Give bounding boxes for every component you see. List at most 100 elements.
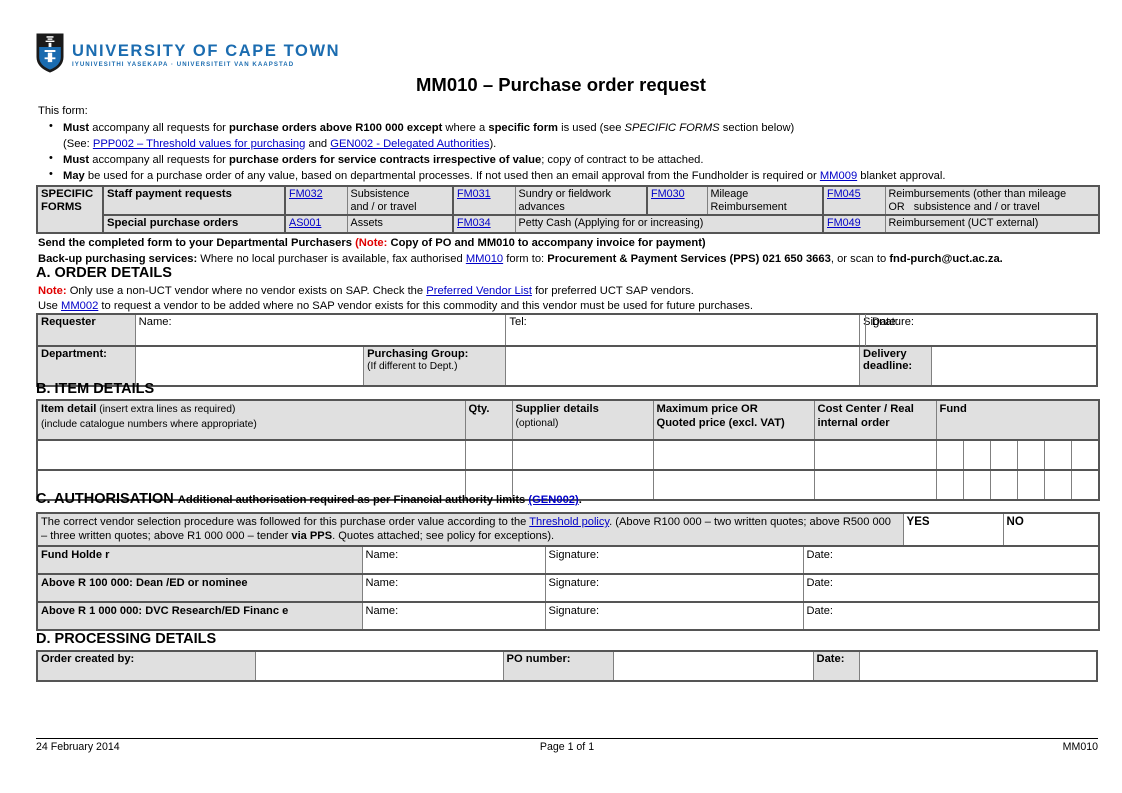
auth-row2-name[interactable]: Name: [361,600,546,631]
item-row0-fund-4[interactable] [1043,439,1072,471]
link-fm049[interactable]: FM049 [827,217,861,229]
backup-strong: Back-up purchasing services: [38,253,198,265]
requester-tel-cell[interactable]: Tel: [505,313,861,347]
link-mm010[interactable]: MM010 [466,253,503,265]
table-row: Fund Holde r Name: Signature: Date: [36,544,1100,575]
po-number-value[interactable] [612,650,814,682]
auth-row2-signature[interactable]: Signature: [544,600,804,631]
supplier-light: (optional) [515,418,559,429]
item-row1-fund-1[interactable] [962,469,991,501]
sf-row0-desc-0: Subsistence and / or travel [346,185,454,216]
send-line-b: Copy of PO and MM010 to accompany invoic… [387,237,706,249]
link-as001[interactable]: AS001 [289,217,321,229]
link-fm031[interactable]: FM031 [457,188,491,200]
bullet2-text-a: accompany all requests for [89,154,230,167]
see-end: ). [489,138,497,151]
item-row1-fund-4[interactable] [1043,469,1072,501]
max-price-l1: Maximum price OR [656,403,758,415]
note-text-b: for preferred UCT SAP vendors. [531,285,694,297]
item-row0-fund-2[interactable] [989,439,1018,471]
department-value-cell[interactable] [134,345,365,387]
max-price-header: Maximum price OR Quoted price (excl. VAT) [652,399,815,441]
authorisation-table: The correct vendor selection procedure w… [36,512,1101,631]
auth-row1-date[interactable]: Date: [802,572,1100,603]
delivery-deadline-value-cell[interactable] [931,345,1097,387]
item-detail-line2: (include catalogue numbers where appropr… [41,418,257,430]
purchasing-group-sub: (If different to Dept.) [367,361,458,372]
link-gen002-auth[interactable]: (GEN002) [528,494,578,506]
auth-row2-date[interactable]: Date: [802,600,1100,631]
send-line-a: Send the completed form to your Departme… [38,237,356,249]
link-gen002-delegated[interactable]: GEN002 - Delegated Authorities [330,138,489,150]
po-number-label: PO number: [502,650,614,682]
sf-row1-desc-0: Assets [346,214,454,234]
item-row1-fund-2[interactable] [989,469,1018,501]
section-c-heading: C. AUTHORISATION Additional authorisatio… [36,491,582,507]
bullet1-strong2: purchase orders above R100 000 except [229,121,443,134]
link-mm002[interactable]: MM002 [61,300,98,312]
item-row0-price[interactable] [652,439,815,471]
bullet3-text-b: blanket approval. [857,170,946,183]
supplier-strong: Supplier details [515,403,599,415]
no-cell[interactable]: NO [1002,512,1100,547]
sf-row0-code-0: FM032 [284,185,348,216]
link-preferred-vendor-list[interactable]: Preferred Vendor List [426,285,532,297]
auth-row0-date-label: Date: [806,548,834,561]
item-row1-fund-0[interactable] [935,469,964,501]
auth-statement-row: The correct vendor selection procedure w… [36,512,1100,547]
link-ppp002[interactable]: PPP002 – Threshold values for purchasing [93,138,306,150]
auth-row0-name[interactable]: Name: [361,544,546,575]
order-table-divider [865,314,866,346]
link-threshold-policy[interactable]: Threshold policy [529,516,609,528]
item-row0-fund-1[interactable] [962,439,991,471]
note-label: Note: [38,285,67,297]
item-row0-qty[interactable] [464,439,513,471]
sf-row0-desc-3: Reimbursements (other than mileage OR sub… [884,185,1100,216]
item-row1-price[interactable] [652,469,815,501]
use-text-a: Use [38,300,62,312]
order-details-table: Requester Name: Tel: Signature: Departme… [36,313,1098,387]
item-row0-fund-0[interactable] [935,439,964,471]
table-row: Above R 1 000 000: DVC Research/ED Finan… [36,600,1100,631]
link-fm032[interactable]: FM032 [289,188,323,200]
purchasing-group-value-cell[interactable] [505,345,861,387]
item-row0-fund-5[interactable] [1070,439,1100,471]
item-row1-cost-center[interactable] [813,469,937,501]
cost-center-l1: Cost Center / Real [817,403,914,415]
note-text-a: Only use a non-UCT vendor where no vendo… [66,285,427,297]
bullet-must-service-contracts: Must accompany all requests for purchase… [38,151,1098,168]
auth-row0-sig-label: Signature: [548,548,600,561]
auth-row1-signature[interactable]: Signature: [544,572,804,603]
auth-row1-label: Above R 100 000: Dean /ED or nominee [36,572,363,603]
item-row1-fund-5[interactable] [1070,469,1100,501]
item-row1-fund-3[interactable] [1016,469,1045,501]
auth-row0-signature[interactable]: Signature: [544,544,804,575]
sf-row1-desc-1: Petty Cash (Applying for or increasing) [514,214,824,234]
link-fm030[interactable]: FM030 [651,188,685,200]
processing-date-label: Date: [812,650,860,682]
bullet1-text-c: is used (see [558,121,625,134]
link-fm034[interactable]: FM034 [457,217,491,229]
requester-name-cell[interactable]: Name: [134,313,507,347]
item-row0-supplier[interactable] [511,439,654,471]
sf-row0-code-1: FM031 [452,185,516,216]
auth-row1-name[interactable]: Name: [361,572,546,603]
bullet1-strong3: specific form [488,121,558,134]
order-created-by-value[interactable] [254,650,504,682]
auth-row0-date[interactable]: Date: [802,544,1100,575]
section-b-heading: B. ITEM DETAILS [36,381,155,397]
item-row0-fund-3[interactable] [1016,439,1045,471]
footer-page-number: Page 1 of 1 [539,741,595,753]
backup-text-a: Where no local purchaser is available, f… [197,253,466,265]
supplier-header: Supplier details (optional) [511,399,654,441]
backup-text-b: form to: [503,253,548,265]
auth-row2-label: Above R 1 000 000: DVC Research/ED Finan… [36,600,363,631]
yes-cell[interactable]: YES [902,512,1004,547]
link-mm009[interactable]: MM009 [820,170,857,182]
section-c-title: C. AUTHORISATION [36,491,174,507]
item-row0-cost-center[interactable] [813,439,937,471]
link-fm045[interactable]: FM045 [827,188,861,200]
item-row0-detail[interactable] [36,439,466,471]
send-completed-form-line: Send the completed form to your Departme… [38,236,1098,251]
processing-date-value[interactable] [858,650,1097,682]
